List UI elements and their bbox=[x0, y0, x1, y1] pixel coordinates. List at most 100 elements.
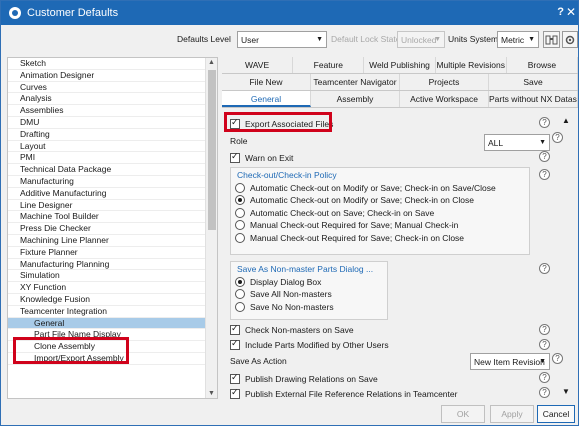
tab-parts-without-nx-datasets[interactable]: Parts without NX Datasets bbox=[489, 91, 578, 107]
tree-item[interactable]: Press Die Checker bbox=[8, 223, 206, 235]
tab-wave[interactable]: WAVE bbox=[222, 57, 294, 73]
tree-item[interactable]: Animation Designer bbox=[8, 70, 206, 82]
binoculars-icon[interactable] bbox=[543, 31, 560, 48]
chevron-down-icon: ▼ bbox=[316, 36, 323, 43]
chevron-down-icon[interactable]: ▼ bbox=[208, 390, 215, 397]
help-icon[interactable]: ? bbox=[539, 169, 550, 180]
tree-item[interactable]: Fixture Planner bbox=[8, 247, 206, 259]
tree-item[interactable]: Teamcenter Integration bbox=[8, 306, 206, 318]
tree-item[interactable]: PMI bbox=[8, 152, 206, 165]
ok-button[interactable]: OK bbox=[441, 405, 485, 423]
help-icon[interactable]: ? bbox=[539, 372, 550, 383]
content-scroll-down-icon[interactable]: ▼ bbox=[562, 387, 570, 396]
check-nonmasters-row[interactable]: Check Non-masters on Save bbox=[230, 323, 354, 337]
radio-button[interactable] bbox=[235, 220, 245, 231]
radio-option[interactable]: Save No Non-masters bbox=[235, 300, 334, 314]
tree-item[interactable]: Analysis bbox=[8, 93, 206, 106]
highlight-box-teamcenter-general bbox=[13, 337, 129, 364]
tab-browse[interactable]: Browse bbox=[507, 57, 579, 73]
help-icon[interactable]: ? bbox=[539, 387, 550, 398]
tree-item[interactable]: Sketch bbox=[8, 58, 206, 70]
tree-item[interactable]: Technical Data Package bbox=[8, 164, 206, 176]
help-icon[interactable]: ? bbox=[539, 151, 550, 162]
help-icon[interactable]: ? bbox=[539, 263, 550, 274]
nonmaster-dialog-title: Save As Non-master Parts Dialog ... bbox=[237, 264, 374, 274]
role-value: ALL bbox=[488, 137, 504, 148]
help-button[interactable]: ? bbox=[557, 6, 564, 18]
radio-button[interactable] bbox=[235, 301, 245, 312]
include-parts-modified-row[interactable]: Include Parts Modified by Other Users bbox=[230, 338, 389, 352]
tree-item[interactable]: Simulation bbox=[8, 270, 206, 283]
category-tree: Sketch Animation Designer Curves Analysis As… bbox=[8, 58, 206, 365]
check-nonmasters-checkbox[interactable] bbox=[230, 323, 240, 335]
content-scroll-up-icon[interactable]: ▲ bbox=[562, 116, 570, 125]
help-icon[interactable]: ? bbox=[539, 117, 550, 128]
tree-item[interactable]: Layout bbox=[8, 141, 206, 153]
tree-item[interactable]: DMU bbox=[8, 117, 206, 129]
role-dropdown[interactable]: ALL ▼ bbox=[484, 134, 550, 151]
tree-child-item[interactable]: General bbox=[8, 317, 206, 330]
radio-option-label: Manual Check-out Required for Save; Manu… bbox=[250, 220, 459, 231]
tree-item[interactable]: Drafting bbox=[8, 129, 206, 141]
defaults-level-dropdown[interactable]: User ▼ bbox=[237, 31, 327, 48]
general-tab-content: Export Associated Files ? ▲ Role ALL ▼ ?… bbox=[222, 111, 578, 399]
radio-option[interactable]: Manual Check-out Required for Save; Chec… bbox=[235, 231, 464, 245]
radio-button[interactable] bbox=[235, 277, 245, 287]
tab-general[interactable]: General bbox=[222, 91, 311, 107]
help-icon[interactable]: ? bbox=[552, 132, 563, 143]
tab-multiple-revisions[interactable]: Multiple Revisions bbox=[436, 57, 507, 73]
close-button[interactable]: ✕ bbox=[566, 5, 576, 19]
tree-item[interactable]: Additive Manufacturing bbox=[8, 188, 206, 200]
publish-external-row[interactable]: Publish External File Reference Relation… bbox=[230, 387, 457, 399]
tree-item[interactable]: XY Function bbox=[8, 282, 206, 294]
tab-save[interactable]: Save bbox=[489, 74, 578, 90]
tab-weld-publishing[interactable]: Weld Publishing bbox=[364, 57, 436, 73]
tab-active-workspace[interactable]: Active Workspace bbox=[400, 91, 489, 107]
units-system-dropdown[interactable]: Metric ▼ bbox=[497, 31, 539, 48]
radio-button[interactable] bbox=[235, 289, 245, 300]
lock-state-dropdown[interactable]: Unlocked ▼ bbox=[397, 31, 445, 48]
highlight-box-export-associated-files bbox=[224, 112, 332, 132]
tree-item[interactable]: Assemblies bbox=[8, 105, 206, 117]
tab-feature[interactable]: Feature bbox=[293, 57, 365, 73]
chevron-down-icon: ▼ bbox=[528, 36, 535, 43]
save-as-action-row: Save As Action bbox=[230, 354, 287, 368]
radio-button[interactable] bbox=[235, 183, 245, 193]
include-parts-modified-checkbox[interactable] bbox=[230, 338, 240, 350]
tree-item[interactable]: Manufacturing bbox=[8, 176, 206, 188]
title-bar: Customer Defaults ? ✕ bbox=[1, 1, 578, 25]
cancel-button[interactable]: Cancel bbox=[537, 405, 575, 423]
tab-teamcenter-navigator[interactable]: Teamcenter Navigator bbox=[311, 74, 400, 90]
warn-on-exit-row[interactable]: Warn on Exit bbox=[230, 151, 293, 165]
warn-on-exit-checkbox[interactable] bbox=[230, 151, 240, 163]
publish-drawing-checkbox[interactable] bbox=[230, 372, 240, 384]
help-icon[interactable]: ? bbox=[539, 339, 550, 350]
tab-file-new[interactable]: File New bbox=[222, 74, 311, 90]
role-row: Role bbox=[230, 134, 247, 148]
apply-button[interactable]: Apply bbox=[490, 405, 534, 423]
tree-item[interactable]: Line Designer bbox=[8, 200, 206, 212]
radio-button[interactable] bbox=[235, 207, 245, 218]
tree-scrollbar[interactable]: ▲ ▼ bbox=[205, 58, 217, 398]
tree-item[interactable]: Machine Tool Builder bbox=[8, 211, 206, 224]
radio-option-label: Save All Non-masters bbox=[250, 289, 332, 300]
tree-scrollbar-thumb[interactable] bbox=[208, 70, 216, 230]
lock-state-label: Default Lock State bbox=[331, 34, 401, 44]
radio-button[interactable] bbox=[235, 232, 245, 243]
tab-assembly[interactable]: Assembly bbox=[311, 91, 400, 107]
save-as-action-dropdown[interactable]: New Item Revision ▼ bbox=[470, 353, 550, 370]
tree-item[interactable]: Knowledge Fusion bbox=[8, 294, 206, 306]
tab-projects[interactable]: Projects bbox=[400, 74, 489, 90]
publish-external-checkbox[interactable] bbox=[230, 387, 240, 399]
tree-item[interactable]: Manufacturing Planning bbox=[8, 259, 206, 271]
chevron-up-icon[interactable]: ▲ bbox=[208, 59, 215, 66]
radio-button[interactable] bbox=[235, 195, 245, 206]
gear-icon[interactable] bbox=[562, 31, 578, 48]
dialog-buttons: OK Apply Cancel bbox=[1, 403, 578, 425]
help-icon[interactable]: ? bbox=[539, 324, 550, 335]
tree-item[interactable]: Curves bbox=[8, 82, 206, 94]
tree-item[interactable]: Machining Line Planner bbox=[8, 235, 206, 247]
chevron-down-icon: ▼ bbox=[434, 36, 441, 43]
publish-drawing-row[interactable]: Publish Drawing Relations on Save bbox=[230, 372, 378, 386]
help-icon[interactable]: ? bbox=[552, 353, 563, 364]
